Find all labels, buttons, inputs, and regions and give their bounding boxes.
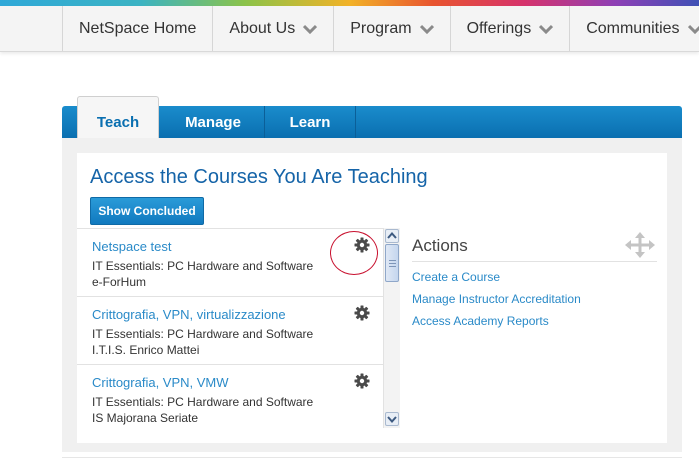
nav-item-label: Program — [350, 19, 412, 37]
nav-item-label: Communities — [586, 19, 680, 37]
course-list-scrollbar[interactable] — [383, 228, 400, 428]
course-institution: IS Majorana Seriate — [92, 411, 199, 425]
actions-header: Actions — [412, 228, 657, 262]
course-item: Crittografia, VPN, VMW IT Essentials: PC… — [77, 365, 383, 428]
tab-learn[interactable]: Learn — [265, 106, 355, 138]
show-concluded-button[interactable]: Show Concluded — [90, 197, 204, 225]
grip-line — [389, 266, 396, 267]
nav-offerings[interactable]: Offerings — [449, 6, 570, 51]
teach-panel: Access the Courses You Are Teaching Show… — [62, 138, 682, 452]
chevron-down-icon — [687, 24, 699, 34]
highlight-annotation-circle — [330, 231, 378, 275]
gear-icon[interactable] — [354, 373, 370, 389]
actions-panel: Actions Create a Course Manage Instructo… — [412, 228, 657, 328]
course-subtitle: IT Essentials: PC Hardware and Software — [92, 395, 314, 409]
move-icon[interactable] — [623, 232, 657, 258]
actions-title: Actions — [412, 236, 468, 255]
nav-item-label: About Us — [229, 19, 296, 37]
course-subtitle: IT Essentials: PC Hardware and Software — [92, 327, 314, 341]
course-subtitle: IT Essentials: PC Hardware and Software — [92, 259, 314, 273]
nav-item-label: Offerings — [466, 19, 532, 37]
academy-reports-link[interactable]: Access Academy Reports — [412, 314, 549, 328]
create-course-link[interactable]: Create a Course — [412, 270, 500, 284]
nav-communities[interactable]: Communities — [569, 6, 699, 51]
gear-icon[interactable] — [354, 305, 370, 321]
chevron-down-icon — [303, 24, 318, 34]
nav-netspace-home[interactable]: NetSpace Home — [62, 6, 213, 51]
course-title-link[interactable]: Crittografia, VPN, VMW — [92, 375, 229, 390]
chevron-down-icon — [539, 24, 554, 34]
tab-teach[interactable]: Teach — [77, 96, 159, 138]
main-navigation: NetSpace Home About Us Program Offerings… — [0, 6, 699, 52]
scroll-thumb[interactable] — [385, 244, 399, 282]
scroll-down-button[interactable] — [385, 412, 399, 426]
chevron-down-icon — [419, 24, 434, 34]
scroll-up-button[interactable] — [385, 229, 399, 243]
course-institution: e-ForHum — [92, 275, 147, 289]
nav-item-label: NetSpace Home — [79, 19, 197, 37]
tab-separator — [355, 106, 356, 138]
course-item: Crittografia, VPN, virtualizzazione IT E… — [77, 297, 383, 365]
tab-manage[interactable]: Manage — [162, 106, 264, 138]
role-tabs: Teach Manage Learn — [62, 96, 682, 138]
divider — [62, 457, 682, 458]
manage-accreditation-link[interactable]: Manage Instructor Accreditation — [412, 292, 581, 306]
nav-program[interactable]: Program — [333, 6, 450, 51]
nav-about-us[interactable]: About Us — [212, 6, 334, 51]
course-title-link[interactable]: Netspace test — [92, 239, 172, 254]
nav-list: NetSpace Home About Us Program Offerings… — [62, 6, 699, 51]
teach-panel-content: Access the Courses You Are Teaching Show… — [77, 153, 667, 443]
grip-line — [389, 263, 396, 264]
grip-line — [389, 260, 396, 261]
course-title-link[interactable]: Crittografia, VPN, virtualizzazione — [92, 307, 286, 322]
page-title: Access the Courses You Are Teaching — [90, 166, 428, 188]
course-institution: I.T.I.S. Enrico Mattei — [92, 343, 200, 357]
